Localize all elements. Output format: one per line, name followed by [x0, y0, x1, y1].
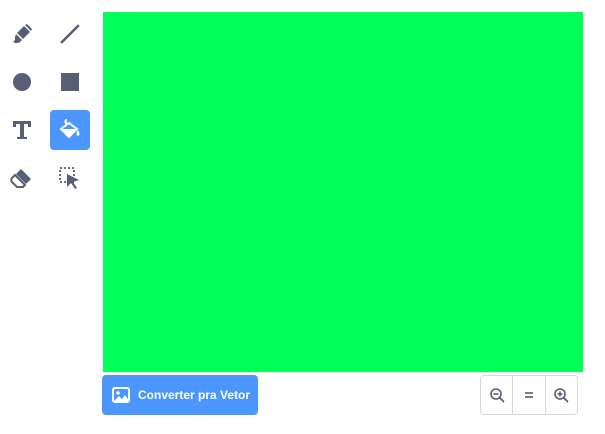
eraser-tool[interactable]: [2, 158, 42, 198]
brush-tool[interactable]: [2, 14, 42, 54]
equals-icon: [524, 392, 533, 398]
zoom-out-button[interactable]: [481, 376, 514, 414]
zoom-out-icon: [489, 388, 505, 403]
line-tool[interactable]: [50, 14, 90, 54]
convert-to-vector-button[interactable]: Converter pra Vetor: [102, 375, 258, 415]
zoom-reset-button[interactable]: [513, 376, 546, 414]
image-icon: [112, 387, 130, 403]
rectangle-tool[interactable]: [50, 62, 90, 102]
rectangle-icon: [61, 73, 79, 91]
zoom-controls: [480, 375, 578, 415]
text-tool[interactable]: [2, 110, 42, 150]
zoom-in-button[interactable]: [546, 376, 577, 414]
fill-bucket-icon: [59, 119, 80, 139]
brush-icon: [13, 24, 32, 44]
text-icon: [13, 121, 31, 139]
select-icon: [59, 167, 79, 189]
circle-icon: [13, 73, 31, 91]
line-icon: [60, 24, 80, 44]
circle-tool[interactable]: [2, 62, 42, 102]
zoom-in-icon: [554, 388, 569, 403]
select-tool[interactable]: [50, 158, 90, 198]
eraser-icon: [10, 169, 31, 188]
convert-button-label: Converter pra Vetor: [138, 388, 251, 402]
paint-canvas[interactable]: [103, 12, 583, 372]
fill-tool[interactable]: [50, 110, 90, 150]
